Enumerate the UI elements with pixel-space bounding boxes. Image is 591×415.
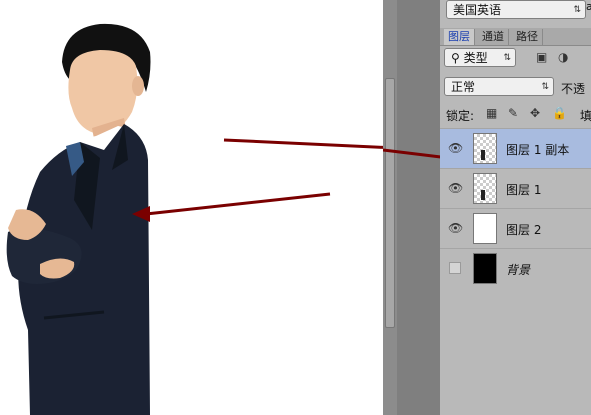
opacity-label: 不透 xyxy=(561,82,586,96)
layer-name: 图层 1 xyxy=(506,183,542,197)
layer-thumbnail xyxy=(473,213,497,244)
blend-mode-select[interactable]: 正常 ⇅ xyxy=(444,77,554,96)
chevron-updown-icon: ⇅ xyxy=(573,5,581,15)
chevron-updown-icon: ⇅ xyxy=(541,82,549,92)
layer-row[interactable]: 👁 图层 1 副本 xyxy=(440,128,591,168)
eye-icon[interactable]: 👁 xyxy=(448,181,464,195)
lock-position-icon[interactable]: ✥ xyxy=(530,106,540,120)
layer-row[interactable]: 👁 图层 1 xyxy=(440,168,591,208)
adjustment-filter-icon[interactable]: ◑ xyxy=(558,50,568,64)
fill-label: 填 xyxy=(580,109,591,123)
layer-row[interactable]: 背景 xyxy=(440,248,591,288)
layer-name: 图层 1 副本 xyxy=(506,143,570,157)
image-filter-icon[interactable]: ▣ xyxy=(536,50,547,64)
layer-row[interactable]: 👁 图层 2 xyxy=(440,208,591,248)
filter-kind-label: 类型 xyxy=(463,51,488,65)
lock-transparent-icon[interactable]: ▦ xyxy=(486,106,497,120)
layer-thumbnail xyxy=(473,253,497,284)
layer-thumbnail xyxy=(473,173,497,204)
layer-thumbnail xyxy=(473,133,497,164)
language-select[interactable]: 美国英语 ⇅ xyxy=(446,0,586,19)
search-icon: ⚲ xyxy=(451,51,460,65)
visibility-toggle[interactable] xyxy=(449,262,461,274)
tab-channels[interactable]: 通道 xyxy=(478,29,509,45)
lock-label: 锁定: xyxy=(446,109,475,123)
chevron-updown-icon: ⇅ xyxy=(503,53,511,63)
language-select-next-label: a xyxy=(586,0,591,13)
canvas-vertical-scrollbar[interactable] xyxy=(383,0,397,415)
eye-icon[interactable]: 👁 xyxy=(448,141,464,155)
language-select-value: 美国英语 xyxy=(453,3,502,17)
blend-mode-value: 正常 xyxy=(451,80,476,94)
layers-list: 👁 图层 1 副本 👁 图层 1 👁 图层 2 背景 xyxy=(440,128,591,288)
layers-panel: 美国英语 ⇅ a 图层 通道 路径 ⚲ 类型 ⇅ ▣ ◑ 正常 ⇅ 不透 锁定:… xyxy=(440,0,591,415)
canvas-artwork xyxy=(6,23,383,415)
lock-image-icon[interactable]: ✎ xyxy=(508,106,518,120)
scrollbar-thumb[interactable] xyxy=(385,78,395,328)
document-canvas[interactable] xyxy=(0,0,383,415)
tab-layers[interactable]: 图层 xyxy=(444,29,475,45)
layer-name: 图层 2 xyxy=(506,223,542,237)
eye-icon[interactable]: 👁 xyxy=(448,221,464,235)
panel-tab-bar: 图层 通道 路径 xyxy=(440,28,591,46)
layer-filter-select[interactable]: ⚲ 类型 ⇅ xyxy=(444,48,516,67)
lock-all-icon[interactable]: 🔒 xyxy=(552,106,567,120)
layer-name: 背景 xyxy=(506,263,531,277)
workspace-background xyxy=(397,0,440,415)
tab-paths[interactable]: 路径 xyxy=(512,29,543,45)
